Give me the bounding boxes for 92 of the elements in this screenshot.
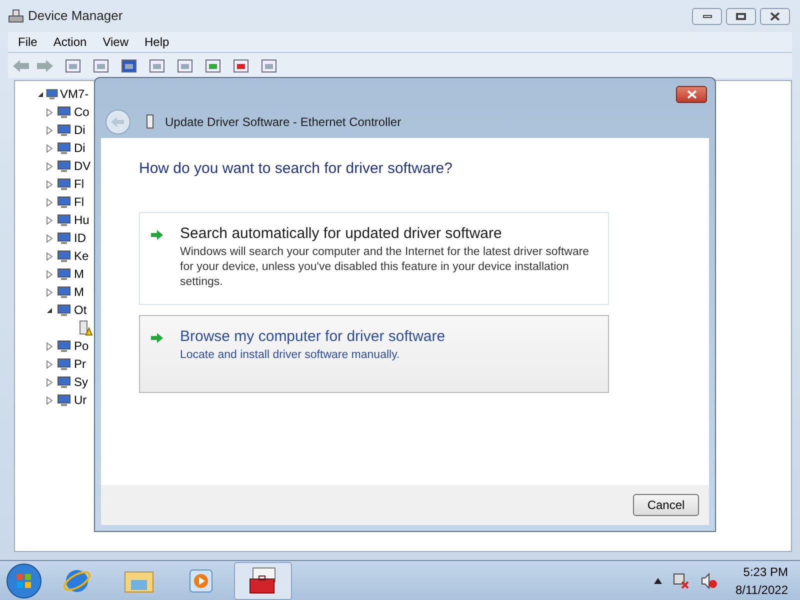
expand-arrow-icon[interactable] <box>46 162 53 170</box>
expand-arrow-icon[interactable] <box>46 216 53 224</box>
expand-arrow-icon[interactable] <box>46 378 53 386</box>
device-icon <box>56 266 72 282</box>
toolbar-icon[interactable] <box>64 58 82 74</box>
dialog-heading: How do you want to search for driver software? <box>139 159 454 179</box>
show-hidden-icons-button[interactable] <box>654 578 662 584</box>
option-title: Search automatically for updated driver software <box>180 224 503 244</box>
device-icon <box>56 194 72 210</box>
expand-arrow-icon[interactable] <box>46 198 53 206</box>
device-icon <box>145 114 155 130</box>
toolbar-icon[interactable] <box>232 58 250 74</box>
dialog-title: Update Driver Software - Ethernet Controller <box>165 114 402 131</box>
device-icon <box>56 230 72 246</box>
device-icon <box>56 104 72 120</box>
device-icon <box>56 374 72 390</box>
device-icon <box>56 248 72 264</box>
expand-arrow-icon[interactable] <box>46 396 53 404</box>
expand-arrow-icon[interactable] <box>46 342 53 350</box>
tree-item[interactable]: Di <box>74 139 86 157</box>
expand-arrow-icon[interactable] <box>46 126 53 134</box>
toolbar-icon[interactable] <box>204 58 222 74</box>
tree-item[interactable]: DV <box>74 157 91 175</box>
menu-item[interactable]: View <box>96 33 134 51</box>
expand-arrow-icon[interactable] <box>46 270 53 278</box>
device-icon <box>56 158 72 174</box>
menu-item[interactable]: Action <box>47 33 93 51</box>
network-icon[interactable] <box>672 572 690 590</box>
expand-arrow-icon[interactable] <box>46 180 53 188</box>
tree-item[interactable]: Ur <box>74 391 87 409</box>
volume-muted-icon[interactable] <box>700 572 718 590</box>
tree-item[interactable]: Pr <box>74 355 86 373</box>
device-icon <box>56 338 72 354</box>
expand-arrow-icon[interactable] <box>46 360 53 368</box>
collapse-arrow-icon[interactable] <box>37 90 44 98</box>
tree-item[interactable]: Co <box>74 103 90 121</box>
warning-device-icon[interactable] <box>77 320 93 336</box>
close-icon <box>770 12 780 20</box>
expand-arrow-icon[interactable] <box>46 234 53 242</box>
close-button[interactable] <box>760 8 790 24</box>
device-icon <box>56 176 72 192</box>
menu-item[interactable]: Help <box>138 33 176 51</box>
tree-item[interactable]: M <box>74 265 84 283</box>
tree-item[interactable]: Hu <box>74 211 90 229</box>
clock-date[interactable]: 8/11/2022 <box>736 580 788 598</box>
tree-item[interactable]: ID <box>74 229 86 247</box>
device-icon <box>56 140 72 156</box>
tree-item[interactable]: Sy <box>74 373 88 391</box>
close-icon <box>686 90 696 99</box>
expand-arrow-icon[interactable] <box>46 288 53 296</box>
option-title: Browse my computer for driver software <box>180 326 446 346</box>
tree-item[interactable]: Fl <box>74 193 84 211</box>
device-icon <box>56 122 72 138</box>
toolbar-icon[interactable] <box>176 58 194 74</box>
collapse-arrow-icon[interactable] <box>46 306 53 314</box>
tree-item[interactable]: VM7- <box>60 85 89 103</box>
toolbar-icon[interactable] <box>120 58 138 74</box>
device-icon <box>56 356 72 372</box>
window-title: Device Manager <box>28 7 123 26</box>
tree-item[interactable]: Fl <box>74 175 84 193</box>
cancel-button[interactable]: Cancel <box>633 494 699 516</box>
device-icon <box>56 302 72 318</box>
start-orb-icon[interactable] <box>4 562 44 600</box>
computer-icon <box>8 8 24 24</box>
play-icon <box>187 566 215 594</box>
expand-arrow-icon[interactable] <box>46 252 53 260</box>
toolbar-icon[interactable] <box>92 58 110 74</box>
expand-arrow-icon[interactable] <box>46 144 53 152</box>
minimize-button[interactable] <box>692 8 722 24</box>
option-description: Windows will search your computer and the Internet for the latest driver software for your device, unless you've disabled this feature in your device installation settings. <box>180 245 590 290</box>
option-card[interactable] <box>139 212 609 304</box>
device-icon <box>56 284 72 300</box>
arrow-icon <box>150 228 164 240</box>
tree-item[interactable]: M <box>74 283 84 301</box>
maximize-button[interactable] <box>726 8 756 24</box>
device-icon <box>56 212 72 228</box>
tree-item[interactable]: Ke <box>74 247 89 265</box>
option-card[interactable]: Browse my computer for driver software Locate and install driver software manually. <box>139 314 609 392</box>
close-button[interactable] <box>676 86 707 103</box>
device-icon <box>56 392 72 408</box>
toolbar-icon[interactable] <box>148 58 166 74</box>
clock-time[interactable]: 5:23 PM <box>743 562 788 580</box>
tree-item[interactable]: Po <box>74 337 89 355</box>
toolbar-icon[interactable] <box>260 58 278 74</box>
device-icon <box>45 87 59 101</box>
menu-item[interactable]: File <box>12 33 44 51</box>
option-description: Locate and install driver software manually. <box>180 348 401 363</box>
expand-arrow-icon[interactable] <box>46 108 53 116</box>
tree-item[interactable]: Di <box>74 121 86 139</box>
tree-item[interactable]: Ot <box>74 301 87 319</box>
taskbar-app-button[interactable] <box>234 562 292 600</box>
arrow-icon <box>150 332 164 344</box>
